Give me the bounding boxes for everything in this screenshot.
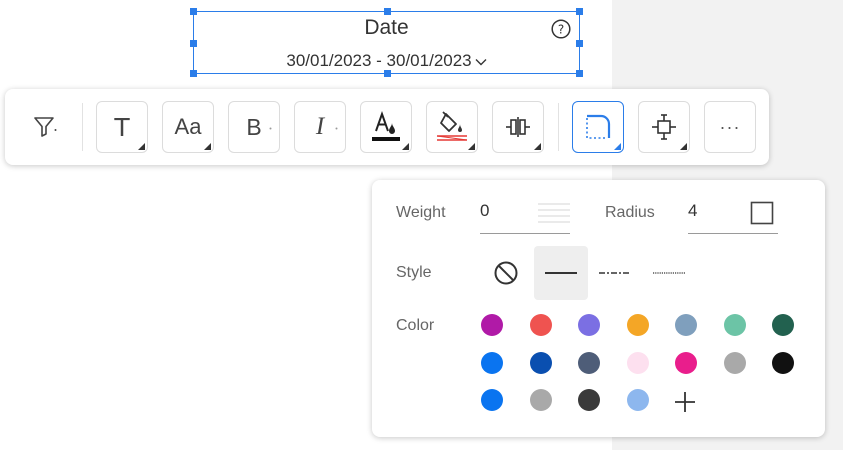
radius-label: Radius: [605, 204, 655, 221]
filter-button[interactable]: [19, 101, 71, 153]
border-icon: [586, 114, 611, 139]
resize-handle-top[interactable]: [384, 8, 391, 15]
resize-handle-top-right[interactable]: [576, 8, 583, 15]
dropdown-corner-icon: [402, 143, 409, 150]
question-circle-icon[interactable]: ?: [551, 19, 571, 39]
dropdown-corner-icon: [680, 143, 687, 150]
color-swatch[interactable]: [481, 389, 503, 411]
fill-bucket-icon: [436, 111, 468, 141]
filter-icon: [34, 117, 57, 137]
dropdown-corner-icon: [614, 143, 621, 150]
color-swatch[interactable]: [481, 351, 503, 374]
dropdown-corner-icon: [138, 143, 145, 150]
toolbar-divider: [82, 103, 83, 151]
date-range-selector[interactable]: 30/01/2023 - 30/01/2023: [194, 51, 579, 71]
border-button[interactable]: [572, 101, 624, 153]
font-color-button[interactable]: [360, 101, 412, 153]
no-border-icon: [494, 261, 518, 285]
style-label: Style: [396, 264, 432, 281]
style-dotted-option[interactable]: [642, 246, 696, 300]
svg-text:?: ?: [558, 23, 564, 37]
font-color-icon: [372, 110, 400, 141]
color-swatch[interactable]: [723, 314, 746, 336]
font-size-icon: Aa: [174, 114, 202, 139]
font-size-button[interactable]: Aa: [162, 101, 214, 153]
style-solid-option[interactable]: [534, 246, 588, 300]
resize-handle-right[interactable]: [576, 40, 583, 47]
dropdown-corner-icon: [534, 143, 541, 150]
fill-color-button[interactable]: [426, 101, 478, 153]
weight-field[interactable]: 0: [480, 201, 570, 234]
italic-icon: I: [315, 113, 325, 140]
color-swatch[interactable]: [723, 351, 746, 374]
color-swatch[interactable]: [772, 314, 794, 336]
format-toolbar: T Aa B I ···: [5, 89, 769, 165]
color-swatch[interactable]: [529, 351, 552, 374]
style-dash-dot-option[interactable]: [588, 246, 642, 300]
solid-line-icon: [545, 272, 577, 274]
color-swatch[interactable]: [529, 389, 552, 411]
align-button[interactable]: [492, 101, 544, 153]
bold-icon: B: [246, 113, 262, 140]
dotted-line-icon: [653, 272, 685, 274]
resize-handle-top-left[interactable]: [190, 8, 197, 15]
add-color-button[interactable]: [674, 391, 696, 413]
dash-dot-line-icon: [599, 272, 631, 274]
plus-icon: [675, 392, 695, 412]
widget-title: Date: [364, 16, 409, 39]
weight-value: 0: [480, 201, 490, 220]
color-swatch[interactable]: [626, 351, 649, 374]
resize-handle-left[interactable]: [190, 40, 197, 47]
dot-icon: [269, 127, 272, 130]
padding-button[interactable]: [638, 101, 690, 153]
more-icon: ···: [719, 116, 741, 137]
resize-handle-bottom[interactable]: [384, 70, 391, 77]
color-swatch[interactable]: [675, 314, 697, 336]
line-weight-icon: [538, 203, 570, 223]
border-settings-panel: Weight 0 Radius 4 Style Color: [372, 180, 825, 437]
color-swatch[interactable]: [675, 351, 697, 374]
corner-radius-icon: [750, 201, 774, 225]
color-label: Color: [396, 317, 435, 334]
align-center-icon: [506, 117, 530, 137]
dropdown-corner-icon: [204, 143, 211, 150]
color-swatch[interactable]: [481, 314, 503, 336]
dropdown-corner-icon: [468, 143, 475, 150]
color-swatch[interactable]: [578, 314, 600, 336]
resize-handle-bottom-left[interactable]: [190, 70, 197, 77]
text-icon: T: [114, 112, 130, 142]
radius-field[interactable]: 4: [688, 201, 778, 234]
color-swatch[interactable]: [626, 314, 649, 336]
italic-button[interactable]: I: [294, 101, 346, 153]
color-swatch[interactable]: [578, 351, 600, 374]
toolbar-divider: [558, 103, 559, 151]
date-filter-widget[interactable]: Date ? 30/01/2023 - 30/01/2023: [190, 8, 583, 77]
dot-icon: [335, 127, 338, 130]
date-range-value: 30/01/2023 - 30/01/2023: [286, 51, 472, 70]
resize-handle-bottom-right[interactable]: [576, 70, 583, 77]
color-swatch[interactable]: [772, 351, 794, 374]
color-swatch[interactable]: [578, 389, 600, 411]
style-none-option[interactable]: [479, 246, 533, 300]
chevron-down-icon: [475, 58, 487, 66]
bold-button[interactable]: B: [228, 101, 280, 153]
weight-label: Weight: [396, 204, 446, 221]
more-button[interactable]: ···: [704, 101, 756, 153]
color-swatch[interactable]: [529, 314, 552, 336]
color-swatch[interactable]: [626, 389, 649, 411]
text-button[interactable]: T: [96, 101, 148, 153]
padding-icon: [652, 114, 676, 140]
radius-value: 4: [688, 201, 698, 220]
